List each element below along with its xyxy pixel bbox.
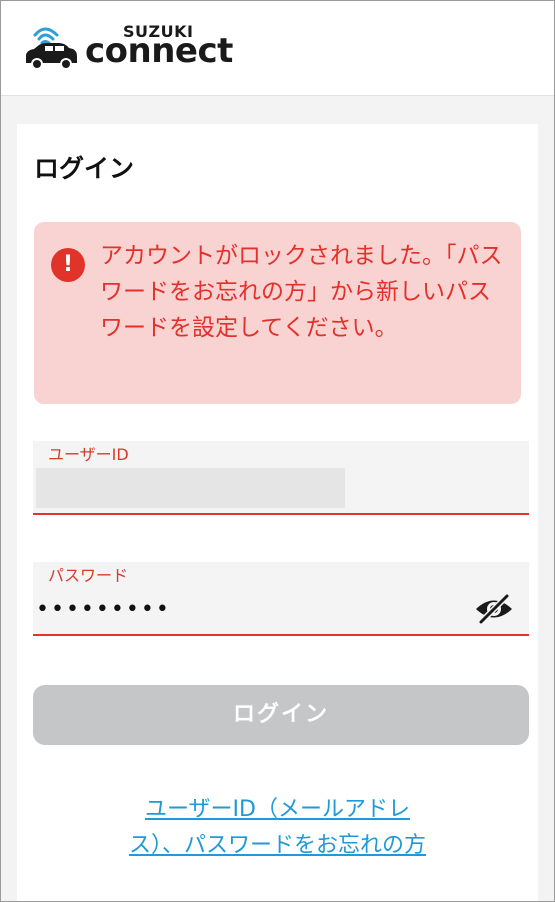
forgot-link-line-2[interactable]: ス）、パスワードをお忘れの方 <box>17 828 538 864</box>
user-id-field[interactable]: ユーザーID <box>33 441 529 517</box>
user-id-label: ユーザーID <box>48 445 129 464</box>
app-header: SUZUKI connect <box>1 1 554 96</box>
page-title: ログイン <box>34 154 135 183</box>
user-id-input[interactable] <box>36 468 345 508</box>
eye-off-icon[interactable] <box>473 592 515 626</box>
logo-product-text: connect <box>85 31 233 71</box>
login-button[interactable]: ログイン <box>33 685 529 745</box>
error-exclamation-icon: ! <box>51 248 85 282</box>
error-alert-message: アカウントがロックされました。「パスワードをお忘れの方」から新しいパスワードを設… <box>100 243 503 341</box>
forgot-link-line-1[interactable]: ユーザーID（メールアドレ <box>17 792 538 828</box>
password-field[interactable]: パスワード <box>33 562 529 638</box>
password-input[interactable] <box>36 589 466 629</box>
error-alert: ! アカウントがロックされました。「パスワードをお忘れの方」から新しいパスワード… <box>34 222 521 404</box>
app-frame: SUZUKI connect ログイン ! アカウントがロックされました。「パス… <box>0 0 555 902</box>
login-card: ログイン ! アカウントがロックされました。「パスワードをお忘れの方」から新しい… <box>17 124 538 901</box>
connected-car-icon <box>26 27 77 70</box>
password-label: パスワード <box>48 566 129 585</box>
forgot-credentials-link[interactable]: ユーザーID（メールアドレ ス）、パスワードをお忘れの方 <box>17 792 538 864</box>
